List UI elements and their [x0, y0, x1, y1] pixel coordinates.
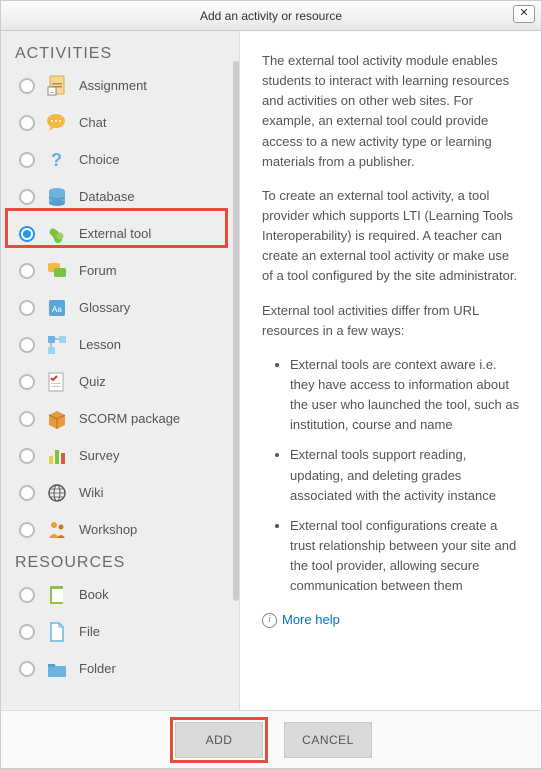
dialog-footer: ADD CANCEL: [1, 710, 541, 768]
workshop-icon: [45, 518, 69, 542]
info-icon: i: [262, 613, 277, 628]
activity-label: Wiki: [79, 485, 104, 500]
dialog-body: ACTIVITIES Assignment Chat ? Choice Data…: [1, 31, 541, 710]
activity-scorm[interactable]: SCORM package: [1, 400, 239, 437]
folder-icon: [45, 657, 69, 681]
desc-paragraph: The external tool activity module enable…: [262, 51, 521, 172]
activity-list-panel: ACTIVITIES Assignment Chat ? Choice Data…: [1, 31, 239, 710]
desc-bullet: External tool configurations create a tr…: [290, 516, 521, 597]
section-activities: ACTIVITIES: [1, 39, 239, 67]
activity-label: Chat: [79, 115, 106, 130]
activity-label: Assignment: [79, 78, 147, 93]
desc-bullet: External tools are context aware i.e. th…: [290, 355, 521, 436]
activity-label: Choice: [79, 152, 119, 167]
activity-label: External tool: [79, 226, 151, 241]
description-panel: The external tool activity module enable…: [239, 31, 541, 710]
activity-glossary[interactable]: Aa Glossary: [1, 289, 239, 326]
survey-icon: [45, 444, 69, 468]
radio[interactable]: [19, 522, 35, 538]
chat-icon: [45, 111, 69, 135]
radio[interactable]: [19, 152, 35, 168]
resource-label: Book: [79, 587, 109, 602]
activity-forum[interactable]: Forum: [1, 252, 239, 289]
activity-label: Glossary: [79, 300, 130, 315]
more-help[interactable]: i More help: [262, 610, 521, 630]
desc-bullet: External tools support reading, updating…: [290, 445, 521, 505]
activity-assignment[interactable]: Assignment: [1, 67, 239, 104]
left-scrollbar[interactable]: [233, 61, 239, 601]
radio[interactable]: [19, 661, 35, 677]
radio[interactable]: [19, 189, 35, 205]
add-button[interactable]: ADD: [175, 722, 263, 758]
radio[interactable]: [19, 374, 35, 390]
activity-lesson[interactable]: Lesson: [1, 326, 239, 363]
more-help-link[interactable]: More help: [282, 610, 340, 630]
radio[interactable]: [19, 485, 35, 501]
activity-external-tool[interactable]: External tool: [1, 215, 239, 252]
activity-label: Quiz: [79, 374, 106, 389]
desc-bullets: External tools are context aware i.e. th…: [262, 355, 521, 597]
choice-icon: ?: [45, 148, 69, 172]
book-icon: [45, 583, 69, 607]
activity-label: Workshop: [79, 522, 137, 537]
close-button[interactable]: ✕: [513, 5, 535, 23]
activity-chat[interactable]: Chat: [1, 104, 239, 141]
resource-file[interactable]: File: [1, 613, 239, 650]
radio[interactable]: [19, 226, 35, 242]
radio[interactable]: [19, 411, 35, 427]
radio[interactable]: [19, 624, 35, 640]
desc-paragraph: To create an external tool activity, a t…: [262, 186, 521, 287]
cancel-button[interactable]: CANCEL: [284, 722, 372, 758]
activity-label: Database: [79, 189, 135, 204]
activity-chooser-dialog: Add an activity or resource ✕ ACTIVITIES…: [0, 0, 542, 769]
resource-label: Folder: [79, 661, 116, 676]
external-tool-icon: [45, 222, 69, 246]
resource-book[interactable]: Book: [1, 576, 239, 613]
svg-text:Aa: Aa: [52, 305, 62, 314]
activity-label: Survey: [79, 448, 119, 463]
radio[interactable]: [19, 300, 35, 316]
activity-database[interactable]: Database: [1, 178, 239, 215]
database-icon: [45, 185, 69, 209]
scorm-icon: [45, 407, 69, 431]
activity-wiki[interactable]: Wiki: [1, 474, 239, 511]
svg-text:?: ?: [51, 150, 62, 170]
activity-survey[interactable]: Survey: [1, 437, 239, 474]
resource-label: File: [79, 624, 100, 639]
forum-icon: [45, 259, 69, 283]
lesson-icon: [45, 333, 69, 357]
radio[interactable]: [19, 337, 35, 353]
dialog-title: Add an activity or resource: [200, 9, 342, 23]
radio[interactable]: [19, 263, 35, 279]
radio[interactable]: [19, 115, 35, 131]
section-resources: RESOURCES: [1, 548, 239, 576]
activity-label: Forum: [79, 263, 117, 278]
activity-quiz[interactable]: Quiz: [1, 363, 239, 400]
activity-label: SCORM package: [79, 411, 180, 426]
activity-label: Lesson: [79, 337, 121, 352]
radio[interactable]: [19, 78, 35, 94]
activity-workshop[interactable]: Workshop: [1, 511, 239, 548]
resource-folder[interactable]: Folder: [1, 650, 239, 687]
radio[interactable]: [19, 448, 35, 464]
radio[interactable]: [19, 587, 35, 603]
desc-paragraph: External tool activities differ from URL…: [262, 301, 521, 341]
dialog-titlebar: Add an activity or resource ✕: [1, 1, 541, 31]
assignment-icon: [45, 74, 69, 98]
file-icon: [45, 620, 69, 644]
quiz-icon: [45, 370, 69, 394]
glossary-icon: Aa: [45, 296, 69, 320]
add-button-highlight: ADD: [170, 717, 268, 763]
wiki-icon: [45, 481, 69, 505]
activity-choice[interactable]: ? Choice: [1, 141, 239, 178]
